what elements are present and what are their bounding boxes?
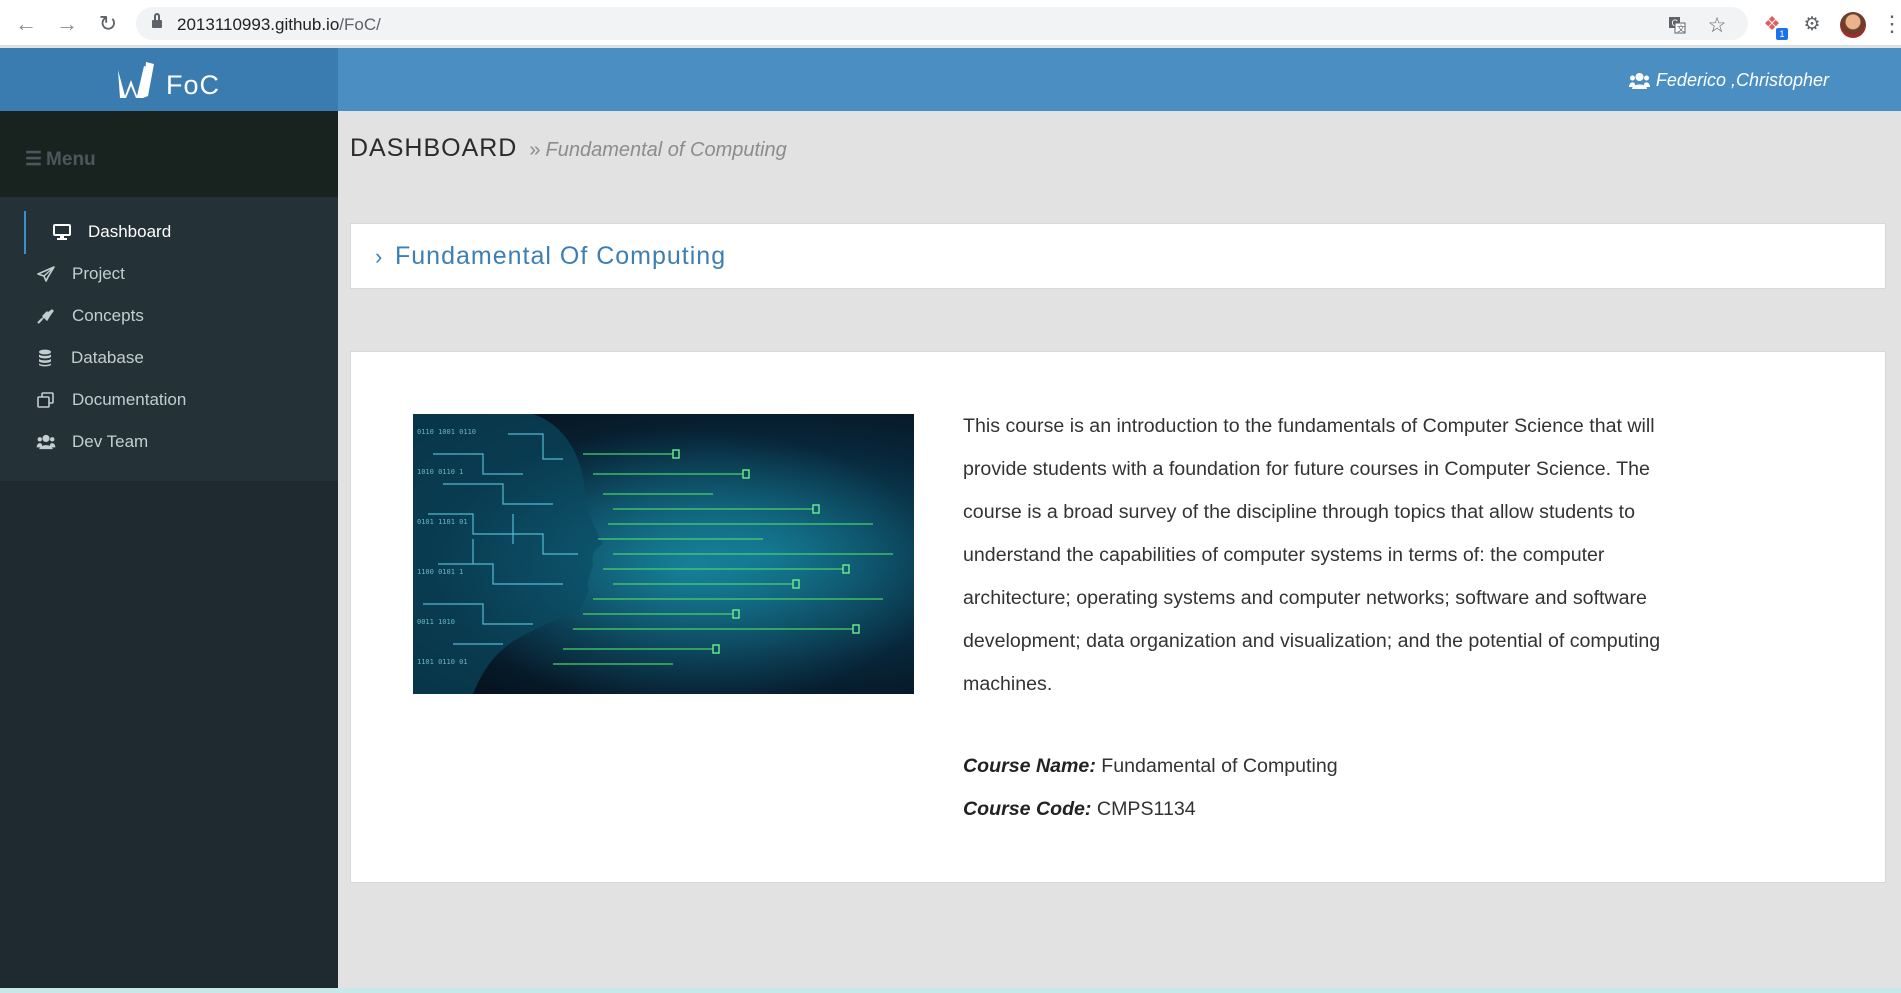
sidebar-item-project[interactable]: Project	[0, 253, 338, 295]
sidebar-item-concepts[interactable]: Concepts	[0, 295, 338, 337]
sidebar-item-documentation[interactable]: Documentation	[0, 379, 338, 421]
breadcrumb-current: Fundamental of Computing	[545, 139, 787, 161]
profile-avatar[interactable]	[1840, 12, 1866, 38]
users-icon	[35, 432, 57, 452]
svg-text:文: 文	[1677, 24, 1685, 34]
course-code-label: Course Code:	[963, 798, 1092, 820]
logo-icon	[116, 60, 156, 100]
users-icon	[1628, 72, 1650, 90]
course-name-value: Fundamental of Computing	[1101, 755, 1338, 777]
chevron-right-icon: ›	[375, 244, 383, 269]
svg-text:1100 0101 1: 1100 0101 1	[417, 568, 463, 576]
menu-toggle[interactable]: ☰ Menu	[25, 148, 96, 171]
address-bar[interactable]: 2013110993.github.io/FoC/ G文 ☆	[136, 7, 1748, 40]
course-code-row: Course Code: CMPS1134	[963, 798, 1196, 821]
page-title: DASHBOARD	[350, 134, 518, 162]
svg-text:0011 1010: 0011 1010	[417, 618, 455, 626]
monitor-icon	[51, 222, 73, 242]
user-menu[interactable]: Federico ,Christopher	[1628, 70, 1829, 91]
sidebar-item-dev-team[interactable]: Dev Team	[0, 421, 338, 463]
hamburger-icon: ☰	[25, 149, 43, 170]
sidebar-item-dashboard[interactable]: Dashboard	[0, 211, 338, 253]
svg-text:1010 0110 1: 1010 0110 1	[417, 468, 463, 476]
extension-icon[interactable]: ❖ 1	[1760, 12, 1788, 40]
sidebar-item-label: Project	[72, 264, 125, 283]
svg-text:0110 1001 0110: 0110 1001 0110	[417, 428, 476, 436]
menu-dots-icon[interactable]: ⋮	[1880, 11, 1901, 36]
sidebar-item-label: Documentation	[72, 390, 187, 409]
star-icon[interactable]: ☆	[1706, 14, 1728, 37]
course-name-label: Course Name:	[963, 755, 1096, 777]
svg-text:0101 1101 01: 0101 1101 01	[417, 518, 468, 526]
extension-badge: 1	[1776, 28, 1788, 40]
database-icon	[34, 348, 56, 368]
taskbar-edge	[0, 988, 1901, 993]
puzzle-icon[interactable]: ⚙	[1800, 12, 1824, 36]
url-host: 2013110993.github.io	[177, 15, 340, 34]
breadcrumb-separator: »	[529, 139, 541, 161]
lock-icon[interactable]	[152, 13, 162, 29]
back-arrow-icon[interactable]: ←	[12, 10, 40, 38]
copy-icon	[35, 390, 57, 410]
breadcrumb: DASHBOARD » Fundamental of Computing	[350, 134, 787, 163]
brand-name[interactable]: FoC	[166, 70, 220, 101]
url-text[interactable]: 2013110993.github.io/FoC/	[177, 15, 381, 35]
user-name: Federico ,Christopher	[1655, 70, 1829, 90]
plug-icon	[35, 306, 57, 326]
reload-icon[interactable]: ↻	[94, 10, 122, 38]
sidebar-item-label: Dev Team	[72, 432, 149, 451]
forward-arrow-icon[interactable]: →	[53, 10, 81, 38]
course-code-value: CMPS1134	[1096, 798, 1196, 820]
course-image: 0110 1001 0110 1010 0110 1 0101 1101 01 11…	[413, 414, 914, 694]
translate-icon[interactable]: G文	[1666, 14, 1688, 36]
svg-text:1101 0110 01: 1101 0110 01	[417, 658, 468, 666]
course-description: This course is an introduction to the fu…	[963, 415, 1661, 695]
sidebar-item-label: Concepts	[72, 306, 144, 325]
browser-toolbar: ← → ↻ 2013110993.github.io/FoC/ G文 ☆ ❖1 …	[0, 0, 1901, 46]
section-header-card: › Fundamental Of Computing	[350, 223, 1886, 289]
url-path: /FoC/	[339, 15, 381, 34]
course-name-row: Course Name: Fundamental of Computing	[963, 755, 1338, 778]
menu-title: Menu	[46, 148, 96, 170]
sidebar-item-label: Database	[71, 348, 144, 367]
section-title: Fundamental Of Computing	[395, 242, 727, 270]
paper-plane-icon	[35, 264, 57, 284]
sidebar-item-label: Dashboard	[88, 222, 172, 241]
sidebar-item-database[interactable]: Database	[0, 337, 338, 379]
